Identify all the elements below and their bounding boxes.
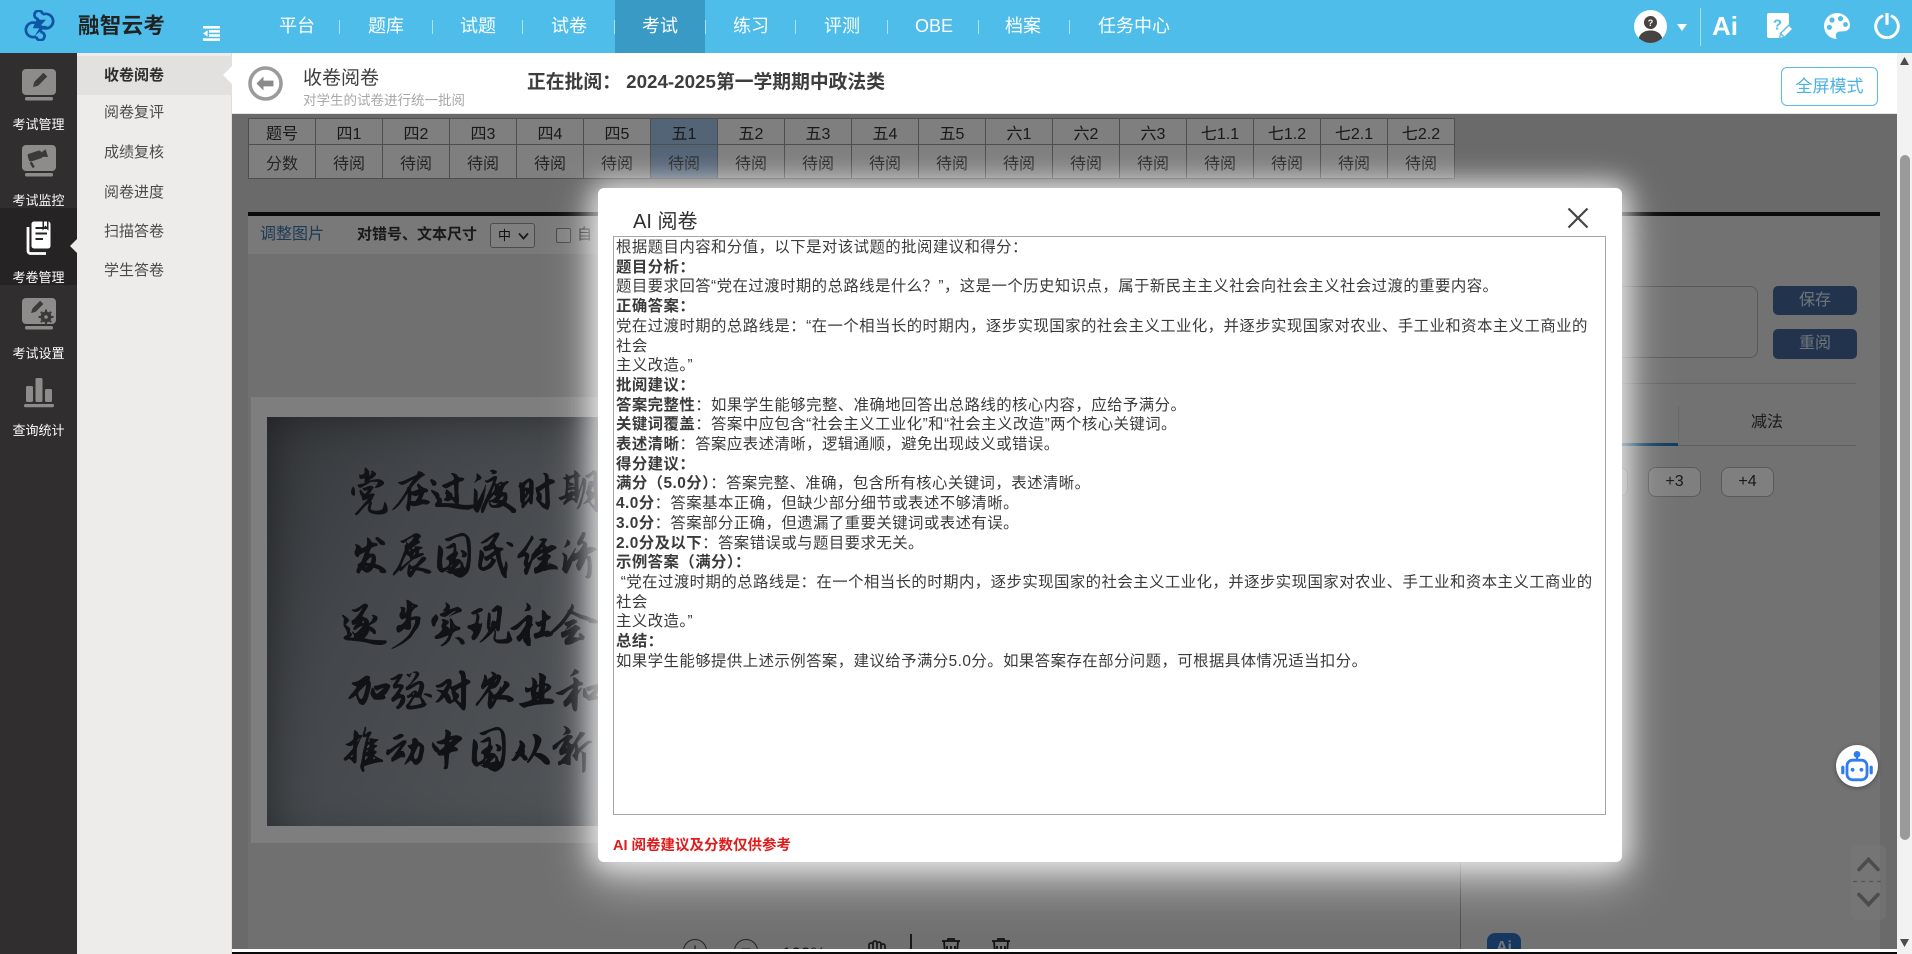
svg-text:?: ? — [1648, 18, 1654, 28]
svg-text:?: ? — [1773, 17, 1782, 34]
